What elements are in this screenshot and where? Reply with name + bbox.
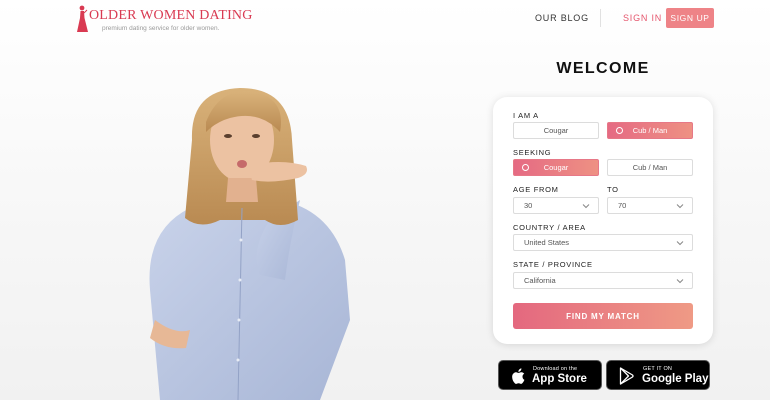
chevron-down-icon [582,204,590,209]
state-label: STATE / PROVINCE [513,260,593,269]
age-from-select[interactable]: 30 [513,197,599,214]
nav-our-blog-link[interactable]: OUR BLOG [535,13,589,23]
google-play-icon [619,367,634,385]
state-value: California [524,276,556,285]
country-select[interactable]: United States [513,234,693,251]
i-am-label: I AM A [513,111,539,120]
age-to-select[interactable]: 70 [607,197,693,214]
welcome-heading: WELCOME [556,60,650,77]
age-from-value: 30 [524,201,533,210]
seeking-option-cougar[interactable]: Cougar [513,159,599,176]
age-to-value: 70 [618,201,627,210]
i-am-option-cub-man-label: Cub / Man [632,126,668,135]
seeking-option-cub-man-label: Cub / Man [632,163,668,172]
nav-sign-in-link[interactable]: SIGN IN [623,13,662,23]
country-label: COUNTRY / AREA [513,223,586,232]
google-play-badge[interactable]: GET IT ON Google Play [606,360,710,390]
find-my-match-button[interactable]: FIND MY MATCH [513,303,693,329]
site-logo[interactable]: OLDER WOMEN DATING premium dating servic… [76,4,252,36]
i-am-option-cougar-label: Cougar [543,126,569,135]
state-select[interactable]: California [513,272,693,289]
apple-icon [512,368,525,384]
logo-title: OLDER WOMEN DATING [89,8,253,23]
chevron-down-icon [676,241,684,246]
seeking-option-cub-man[interactable]: Cub / Man [607,159,693,176]
hero-woman-image [149,88,350,400]
radio-selected-icon [522,164,529,171]
seeking-label: SEEKING [513,148,552,157]
i-am-option-cougar[interactable]: Cougar [513,122,599,139]
app-store-big-text: App Store [532,373,587,385]
google-play-small-text: GET IT ON [643,366,673,372]
age-from-label: AGE FROM [513,185,559,194]
logo-tagline: premium dating service for older women. [102,25,220,32]
app-store-badge[interactable]: Download on the App Store [498,360,602,390]
age-to-label: TO [607,185,619,194]
nav-divider [600,9,601,27]
radio-selected-icon [616,127,623,134]
sign-up-button[interactable]: SIGN UP [666,8,714,28]
chevron-down-icon [676,279,684,284]
google-play-big-text: Google Play [642,373,709,385]
woman-silhouette-logo-icon [77,5,88,32]
i-am-option-cub-man[interactable]: Cub / Man [607,122,693,139]
signup-form-card: I AM A Cougar Cub / Man SEEKING Cougar C… [493,97,713,344]
chevron-down-icon [676,204,684,209]
seeking-option-cougar-label: Cougar [543,163,569,172]
app-store-small-text: Download on the [533,366,578,372]
country-value: United States [524,238,570,247]
